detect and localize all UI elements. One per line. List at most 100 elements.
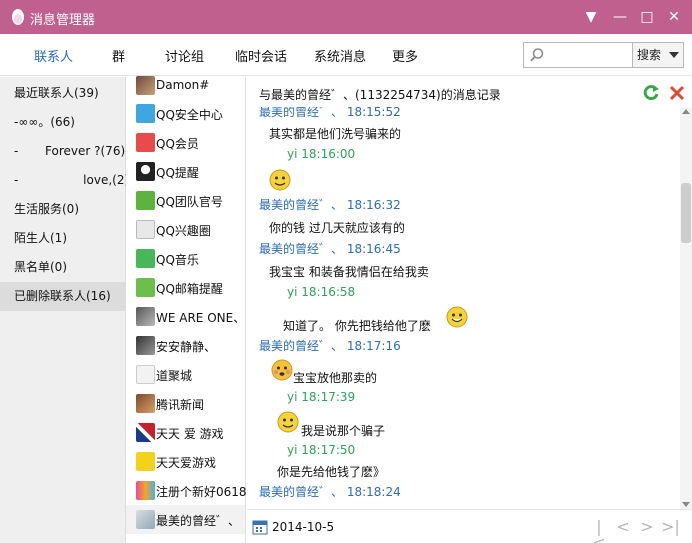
next-page-icon[interactable]: > bbox=[639, 519, 655, 535]
embarrassed-emoji-icon bbox=[271, 359, 293, 381]
contact-name: 道聚城 bbox=[156, 369, 193, 383]
contact-item[interactable]: 腾讯新闻 bbox=[126, 389, 245, 418]
first-page-icon[interactable]: |< bbox=[591, 519, 607, 543]
skin-button[interactable]: ▼ bbox=[582, 8, 600, 26]
news-avatar-icon bbox=[136, 394, 155, 413]
message-sender: yi 18:16:00 bbox=[287, 147, 356, 161]
tab-contacts[interactable]: 联系人 bbox=[34, 46, 73, 65]
search-input[interactable] bbox=[548, 46, 630, 64]
scroll-down-icon[interactable] bbox=[682, 502, 690, 507]
window-title: 消息管理器 bbox=[30, 13, 96, 28]
search-button-label: 搜索 bbox=[637, 48, 662, 62]
delete-icon[interactable] bbox=[667, 83, 687, 103]
scrollbar-thumb[interactable] bbox=[681, 183, 691, 243]
tab-temp-sessions[interactable]: 临时会话 bbox=[235, 46, 287, 65]
category-item[interactable]: 最近联系人(39) bbox=[0, 79, 126, 108]
contact-item[interactable]: QQ邮箱提醒 bbox=[126, 273, 245, 302]
penguin-avatar-icon bbox=[136, 162, 155, 181]
search-button[interactable]: 搜索 bbox=[632, 42, 684, 68]
avatar bbox=[136, 76, 155, 95]
message-text: 我是说那个骗子 bbox=[301, 424, 386, 438]
contact-name: 最美的曾经゛、 bbox=[156, 514, 241, 528]
maximize-button[interactable]: □ bbox=[638, 8, 656, 26]
contact-item[interactable]: QQ兴趣圈 bbox=[126, 215, 245, 244]
message-text: 你的钱 过几天就应该有的 bbox=[269, 221, 405, 235]
category-item[interactable]: - Forever ?(76) bbox=[0, 137, 126, 166]
contact-item[interactable]: 道聚城 bbox=[126, 360, 245, 389]
last-page-icon[interactable]: >| bbox=[661, 519, 680, 535]
message-sender: 最美的曾经゛、 18:18:24 bbox=[259, 485, 401, 499]
contact-item[interactable]: WE ARE ONE、 bbox=[126, 302, 245, 331]
contact-name: 安安静静、 bbox=[156, 340, 217, 354]
message-sender: 最美的曾经゛、 18:15:52 bbox=[259, 107, 401, 119]
contact-item[interactable]: QQ会员 bbox=[126, 128, 245, 157]
message-text: 你是先给他钱了麽》 bbox=[277, 465, 386, 479]
category-item[interactable]: - love,(2) bbox=[0, 166, 130, 195]
smiley-emoji-icon bbox=[269, 169, 291, 191]
category-item[interactable]: 生活服务(0) bbox=[0, 195, 126, 224]
contact-name: 腾讯新闻 bbox=[156, 398, 205, 412]
tab-groups[interactable]: 群 bbox=[112, 46, 125, 65]
contact-name: QQ兴趣圈 bbox=[156, 224, 211, 238]
message-text: 我宝宝 和装备我情侣在给我卖 bbox=[269, 265, 429, 279]
contact-item[interactable]: QQ团队官号 bbox=[126, 186, 245, 215]
category-label: 最近联系人(39) bbox=[14, 86, 99, 100]
message-panel: 与最美的曾经゛、(1132254734)的消息记录 最美的曾经゛、 18:15:… bbox=[247, 77, 692, 543]
circle-avatar-icon bbox=[136, 220, 155, 239]
prev-page-icon[interactable]: < bbox=[615, 519, 631, 535]
cat-avatar-icon bbox=[136, 365, 155, 384]
category-item[interactable]: 陌生人(1) bbox=[0, 224, 126, 253]
tab-system-messages[interactable]: 系统消息 bbox=[314, 46, 366, 65]
tab-bar: 联系人 群 讨论组 临时会话 系统消息 更多 搜索 bbox=[0, 34, 692, 76]
music-avatar-icon bbox=[136, 249, 155, 268]
contact-name: WE ARE ONE、 bbox=[156, 311, 246, 325]
refresh-icon[interactable] bbox=[641, 83, 661, 103]
close-button[interactable]: ✕ bbox=[665, 8, 683, 26]
tab-discussions[interactable]: 讨论组 bbox=[165, 46, 204, 65]
contact-item[interactable]: 天天 爱 游戏 bbox=[126, 418, 245, 447]
contact-item[interactable]: 安安静静、 bbox=[126, 331, 245, 360]
search-icon bbox=[530, 48, 544, 62]
search-field[interactable] bbox=[523, 42, 633, 68]
avatar bbox=[136, 307, 155, 326]
contact-item[interactable]: 注册个新好0618 bbox=[126, 476, 247, 505]
message-sender: yi 18:17:39 bbox=[287, 390, 356, 404]
category-label: 已删除联系人(16) bbox=[14, 289, 111, 303]
contact-item[interactable]: Damon# bbox=[126, 71, 245, 100]
category-label: - love,(2) bbox=[14, 173, 130, 187]
category-item[interactable]: -∞∞。(66) bbox=[0, 108, 126, 137]
tab-more[interactable]: 更多 bbox=[392, 46, 418, 65]
message-text: 宝宝放他那卖的 bbox=[293, 371, 378, 385]
contact-name: QQ邮箱提醒 bbox=[156, 282, 223, 296]
shield-avatar-icon bbox=[136, 104, 155, 123]
category-label: -∞∞。(66) bbox=[14, 115, 75, 129]
message-text: 其实都是他们洗号骗来的 bbox=[269, 127, 402, 141]
chevron-down-icon[interactable] bbox=[669, 52, 679, 58]
contact-item[interactable]: QQ音乐 bbox=[126, 244, 245, 273]
minimize-button[interactable]: — bbox=[611, 8, 629, 26]
contact-name: QQ音乐 bbox=[156, 253, 199, 267]
category-label: 生活服务(0) bbox=[14, 202, 79, 216]
category-list: 最近联系人(39) -∞∞。(66) - Forever ?(76) - lov… bbox=[0, 77, 130, 543]
message-text: 知道了。 你先把钱给他了麽 bbox=[283, 319, 431, 333]
green-avatar-icon bbox=[136, 191, 155, 210]
category-label: 黑名单(0) bbox=[14, 260, 67, 274]
calendar-icon[interactable] bbox=[252, 519, 268, 535]
message-scrollbar[interactable] bbox=[680, 107, 692, 509]
app-avatar-icon bbox=[136, 481, 155, 500]
category-item-selected[interactable]: 已删除联系人(16) bbox=[0, 282, 126, 311]
scroll-up-icon[interactable] bbox=[682, 109, 690, 114]
contact-item[interactable]: 天天爱游戏 bbox=[126, 447, 245, 476]
category-label: 陌生人(1) bbox=[14, 231, 67, 245]
category-item[interactable]: 黑名单(0) bbox=[0, 253, 126, 282]
contact-name: QQ提醒 bbox=[156, 166, 199, 180]
contact-item-selected[interactable]: 最美的曾经゛、 bbox=[126, 505, 245, 534]
contact-item[interactable]: QQ安全中心 bbox=[126, 99, 245, 128]
contact-name: Damon# bbox=[156, 78, 210, 92]
contact-item[interactable]: QQ提醒 bbox=[126, 157, 245, 186]
contact-list: Damon# QQ安全中心 QQ会员 QQ提醒 QQ团队官号 QQ兴趣圈 QQ音… bbox=[126, 76, 247, 543]
conversation-title: 与最美的曾经゛、(1132254734)的消息记录 bbox=[259, 88, 501, 102]
avatar bbox=[136, 336, 155, 355]
contact-name: QQ团队官号 bbox=[156, 195, 223, 209]
message-list: 最美的曾经゛、 18:15:52 其实都是他们洗号骗来的 yi 18:16:00… bbox=[247, 107, 680, 507]
